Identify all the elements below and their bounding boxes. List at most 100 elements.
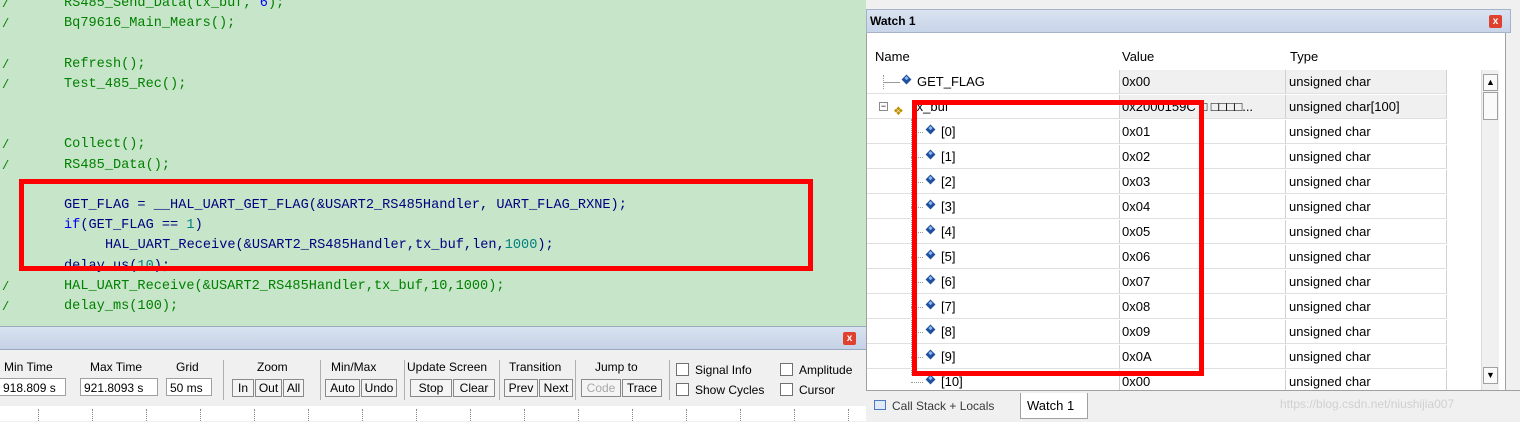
watch-row[interactable]: [4] 0x05 unsigned char bbox=[867, 220, 1491, 245]
watch-close-button[interactable]: x bbox=[1489, 15, 1502, 28]
watch-row[interactable]: − ❖ tx_buf 0x2000159C □ □□□□... unsigned cha… bbox=[867, 95, 1491, 120]
scroll-up-arrow-icon[interactable]: ▲ bbox=[1483, 74, 1498, 91]
code-editor[interactable]: / RS485_Send_Data(tx_buf, 6); / Bq79616_Mai… bbox=[0, 0, 866, 326]
zoom-out-button[interactable]: Out bbox=[255, 379, 282, 397]
watch-row-name: [1] bbox=[867, 145, 1119, 169]
collapse-toggle-icon[interactable]: − bbox=[879, 102, 888, 111]
signal-info-checkbox[interactable]: Signal Info bbox=[676, 363, 752, 378]
separator bbox=[320, 360, 321, 400]
watch-row-value[interactable]: 0x02 bbox=[1119, 145, 1285, 169]
watch-row-name-text: [0] bbox=[941, 124, 956, 139]
watch-row-value[interactable]: 0x06 bbox=[1119, 245, 1285, 269]
watch-row-name: [8] bbox=[867, 320, 1119, 344]
watch-row[interactable]: [7] 0x08 unsigned char bbox=[867, 295, 1491, 320]
watch-row-value[interactable]: 0x05 bbox=[1119, 220, 1285, 244]
variable-diamond-icon bbox=[925, 149, 936, 160]
show-cycles-checkbox[interactable]: Show Cycles bbox=[676, 383, 764, 398]
code-text: RS485_Send_Data(tx_buf, 6); bbox=[64, 0, 284, 14]
watch-row[interactable]: [6] 0x07 unsigned char bbox=[867, 270, 1491, 295]
variable-diamond-icon bbox=[925, 349, 936, 360]
watch-scrollbar[interactable]: ▲ ▼ bbox=[1481, 70, 1499, 390]
code-token: 10 bbox=[137, 258, 154, 274]
watch-grid[interactable]: Name Value Type GET_FLAG 0x00 unsigned cha… bbox=[866, 33, 1506, 390]
ruler-tick bbox=[416, 409, 418, 421]
watch-row-value[interactable]: 0x03 bbox=[1119, 170, 1285, 194]
grid-value: 50 ms bbox=[166, 378, 212, 396]
code-token: GET_FLAG = __HAL_UART_GET_FLAG(&USART2_R… bbox=[64, 198, 627, 213]
tree-line bbox=[911, 307, 923, 308]
code-token: HAL_UART_Receive(&USART2_RS485Handler,tx… bbox=[105, 238, 505, 254]
clear-button[interactable]: Clear bbox=[453, 379, 495, 397]
separator bbox=[404, 360, 405, 400]
watch-row-value[interactable]: 0x00 bbox=[1119, 70, 1285, 94]
tab-call-stack-locals[interactable]: Call Stack + Locals bbox=[870, 393, 1020, 419]
watch-row-value[interactable]: 0x04 bbox=[1119, 195, 1285, 219]
watch-row[interactable]: [1] 0x02 unsigned char bbox=[867, 145, 1491, 170]
separator bbox=[669, 360, 670, 400]
ruler-tick bbox=[254, 409, 256, 421]
amplitude-checkbox[interactable]: Amplitude bbox=[780, 363, 852, 378]
scroll-thumb[interactable] bbox=[1483, 92, 1498, 120]
watch-row-name-text: [6] bbox=[941, 274, 956, 289]
time-ruler[interactable] bbox=[0, 406, 866, 421]
zoom-all-button[interactable]: All bbox=[283, 379, 304, 397]
update-screen-label: Update Screen bbox=[407, 360, 488, 374]
watch-row-value[interactable]: 0x2000159C □ □□□□... bbox=[1119, 95, 1285, 119]
column-header-type[interactable]: Type bbox=[1285, 45, 1447, 69]
zoom-in-button[interactable]: In bbox=[232, 379, 254, 397]
code-text: Refresh(); bbox=[64, 55, 146, 75]
watch-row[interactable]: [2] 0x03 unsigned char bbox=[867, 170, 1491, 195]
prev-button[interactable]: Prev bbox=[504, 379, 538, 397]
watch-row-name: [7] bbox=[867, 295, 1119, 319]
undo-button[interactable]: Undo bbox=[361, 379, 397, 397]
watch-window: Watch 1 x Name Value Type GET_FLAG 0x00 un… bbox=[866, 0, 1520, 422]
watch-row[interactable]: [10] 0x00 unsigned char bbox=[867, 370, 1491, 390]
watch-row[interactable]: [8] 0x09 unsigned char bbox=[867, 320, 1491, 345]
code-text: HAL_UART_Receive(&USART2_RS485Handler,tx… bbox=[64, 277, 505, 297]
ruler-tick bbox=[686, 409, 688, 421]
ruler-tick bbox=[38, 409, 40, 421]
watch-row-value[interactable]: 0x08 bbox=[1119, 295, 1285, 319]
max-time-label: Max Time bbox=[90, 360, 143, 374]
tab-watch-1[interactable]: Watch 1 bbox=[1020, 393, 1088, 419]
variable-diamond-icon bbox=[925, 174, 936, 185]
watch-row-name-text: [8] bbox=[941, 324, 956, 339]
update-screen-group: Update Screen Stop Clear bbox=[406, 360, 496, 410]
watch-row-value[interactable]: 0x0A bbox=[1119, 345, 1285, 369]
code-button[interactable]: Code bbox=[581, 379, 621, 397]
tree-line bbox=[911, 232, 923, 233]
code-token: 1000 bbox=[504, 238, 538, 254]
cursor-checkbox[interactable]: Cursor bbox=[780, 383, 835, 398]
column-header-name[interactable]: Name bbox=[867, 45, 1119, 69]
watch-row-name: [9] bbox=[867, 345, 1119, 369]
watch-row-name: [10] bbox=[867, 370, 1119, 390]
watch-row-value[interactable]: 0x01 bbox=[1119, 120, 1285, 144]
code-token: ); bbox=[537, 238, 554, 254]
watch-row-value[interactable]: 0x00 bbox=[1119, 370, 1285, 390]
watch-row-name-text: [1] bbox=[941, 149, 956, 164]
auto-button[interactable]: Auto bbox=[325, 379, 360, 397]
watch-row-name: [6] bbox=[867, 270, 1119, 294]
next-button[interactable]: Next bbox=[539, 379, 573, 397]
variable-diamond-icon bbox=[925, 249, 936, 260]
analyzer-close-button[interactable]: x bbox=[843, 332, 856, 345]
watch-row-value[interactable]: 0x07 bbox=[1119, 270, 1285, 294]
watch-row[interactable]: GET_FLAG 0x00 unsigned char bbox=[867, 70, 1491, 95]
stop-button[interactable]: Stop bbox=[410, 379, 452, 397]
column-header-value[interactable]: Value bbox=[1119, 45, 1285, 69]
code-text: Collect(); bbox=[64, 135, 146, 155]
tree-line bbox=[911, 132, 923, 133]
watch-row[interactable]: [5] 0x06 unsigned char bbox=[867, 245, 1491, 270]
watch-row[interactable]: [0] 0x01 unsigned char bbox=[867, 120, 1491, 145]
watch-row-value[interactable]: 0x09 bbox=[1119, 320, 1285, 344]
scroll-down-arrow-icon[interactable]: ▼ bbox=[1483, 367, 1498, 384]
watch-row-name: − ❖ tx_buf bbox=[867, 95, 1119, 119]
trace-button[interactable]: Trace bbox=[622, 379, 662, 397]
watch-row[interactable]: [9] 0x0A unsigned char bbox=[867, 345, 1491, 370]
watch-row-name-text: [10] bbox=[941, 374, 963, 389]
watch-row-name: [3] bbox=[867, 195, 1119, 219]
watch-row[interactable]: [3] 0x04 unsigned char bbox=[867, 195, 1491, 220]
zoom-label: Zoom bbox=[257, 360, 288, 374]
tree-line bbox=[911, 257, 923, 258]
code-token: if bbox=[64, 218, 81, 234]
